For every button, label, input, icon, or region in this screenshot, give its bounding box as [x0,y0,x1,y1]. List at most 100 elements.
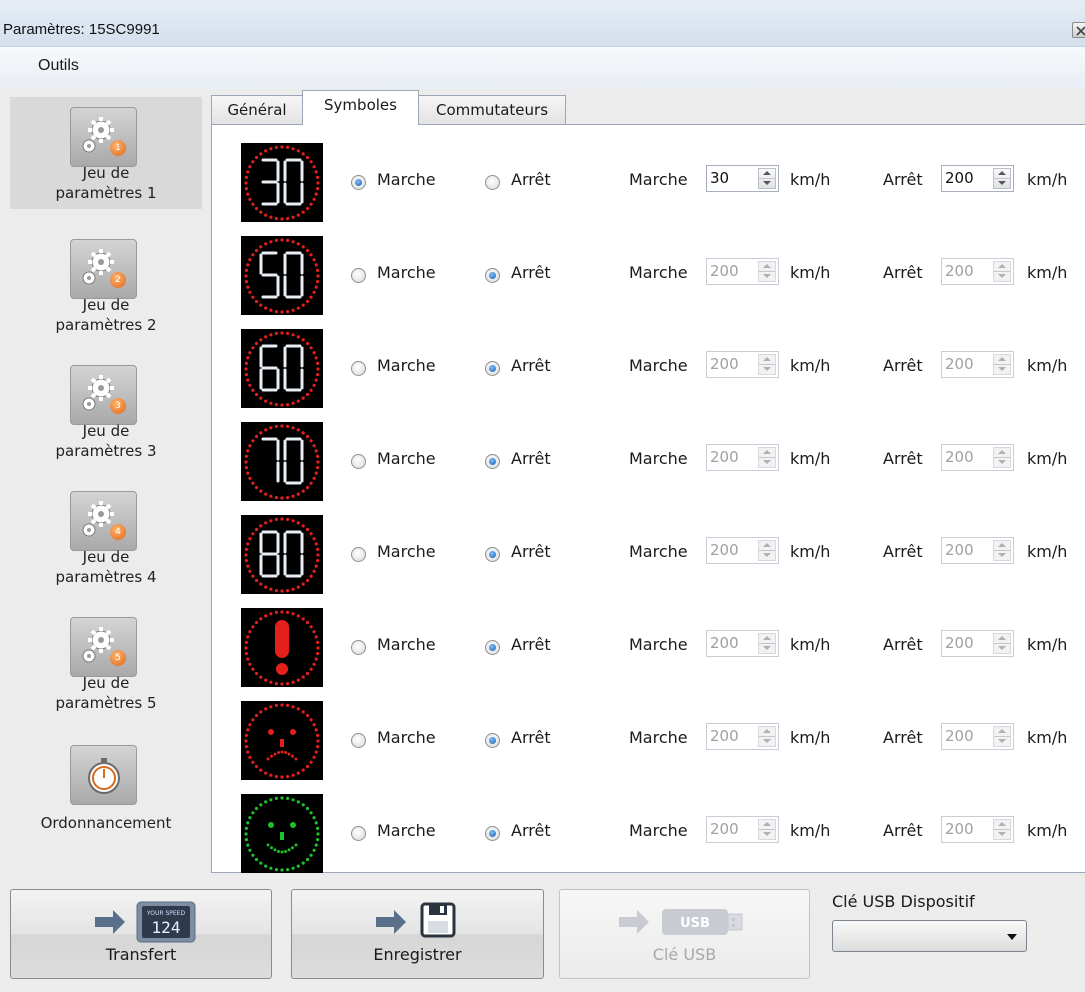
radio-on[interactable] [351,640,366,655]
tab-general[interactable]: Général [211,95,303,124]
spinner-arrows-icon[interactable] [993,726,1011,747]
radio-off[interactable] [485,268,500,283]
radio-on[interactable] [351,268,366,283]
off-threshold-label: Arrêt [883,170,923,189]
radio-on-label: Marche [377,449,436,468]
usb-key-button[interactable]: USB Clé USB [559,889,810,979]
sidebar-item-5[interactable]: 5 Jeu de paramètres 5 [10,607,202,725]
radio-off-label: Arrêt [511,449,551,468]
on-threshold-spinner[interactable]: 200 [706,444,779,471]
radio-off[interactable] [485,826,500,841]
off-unit-label: km/h [1027,170,1068,189]
radio-on[interactable] [351,454,366,469]
set-number-badge: 5 [110,650,126,666]
spinner-arrows-icon[interactable] [758,261,776,282]
menu-tools[interactable]: Outils [38,57,79,75]
off-threshold-spinner[interactable]: 200 [941,351,1014,378]
spinner-arrows-icon[interactable] [758,819,776,840]
symbol-row-sad-face: Marche Arrêt Marche 200 km/h Arrêt 200 km/h [212,701,1085,787]
off-threshold-spinner[interactable]: 200 [941,816,1014,843]
on-threshold-spinner[interactable]: 200 [706,723,779,750]
symbols-panel: Marche Arrêt Marche 30 km/h Arrêt 200 km/h March… [211,124,1085,873]
sidebar-item-4[interactable]: 4 Jeu de paramètres 4 [10,481,202,599]
spinner-arrows-icon[interactable] [993,261,1011,282]
radio-off[interactable] [485,361,500,376]
transfer-label: Transfert [105,945,177,964]
close-button[interactable] [1072,22,1085,38]
on-threshold-spinner[interactable]: 200 [706,351,779,378]
menu-bar: Outils [0,47,1085,89]
off-threshold-spinner[interactable]: 200 [941,630,1014,657]
radio-on[interactable] [351,175,366,190]
on-threshold-spinner[interactable]: 200 [706,537,779,564]
transfer-button[interactable]: YOUR SPEED 124 Transfert [10,889,272,979]
spinner-arrows-icon[interactable] [993,819,1011,840]
sidebar-item-6[interactable]: Ordonnancement [10,735,202,853]
symbol-row-speed-50: Marche Arrêt Marche 200 km/h Arrêt 200 km/h [212,236,1085,322]
gears-icon: 4 [70,491,137,551]
spinner-arrows-icon[interactable] [993,168,1011,189]
off-threshold-spinner[interactable]: 200 [941,258,1014,285]
on-threshold-value: 200 [710,634,739,652]
off-threshold-spinner[interactable]: 200 [941,723,1014,750]
radio-off-label: Arrêt [511,542,551,561]
spinner-arrows-icon[interactable] [993,540,1011,561]
spinner-arrows-icon[interactable] [758,726,776,747]
main-content: 1 Jeu de paramètres 1 2 Jeu de paramètres 2 3 J… [0,89,1085,992]
radio-off[interactable] [485,175,500,190]
off-threshold-spinner[interactable]: 200 [941,537,1014,564]
radio-on-label: Marche [377,821,436,840]
off-threshold-value: 200 [945,541,974,559]
spinner-arrows-icon[interactable] [758,354,776,375]
tab-symbols[interactable]: Symboles [302,90,419,125]
sidebar-label-line1: Jeu de [82,674,130,692]
speed-50-icon [241,236,323,315]
on-threshold-value: 200 [710,262,739,280]
on-threshold-spinner[interactable]: 200 [706,816,779,843]
gears-icon: 2 [70,239,137,299]
on-threshold-spinner[interactable]: 200 [706,630,779,657]
on-threshold-value: 200 [710,820,739,838]
close-icon [1076,26,1085,36]
usb-icon-text: USB [680,916,710,931]
sidebar-label-line2: paramètres 3 [55,442,157,460]
off-threshold-spinner[interactable]: 200 [941,165,1014,192]
tab-switches[interactable]: Commutateurs [418,95,566,124]
spinner-arrows-icon[interactable] [758,447,776,468]
radio-on-label: Marche [377,635,436,654]
chevron-down-icon [1007,934,1017,940]
radio-off[interactable] [485,640,500,655]
off-unit-label: km/h [1027,821,1068,840]
radio-on[interactable] [351,826,366,841]
radio-off-label: Arrêt [511,356,551,375]
radio-off[interactable] [485,547,500,562]
usb-key-label: Clé USB [652,945,717,964]
sidebar-item-3[interactable]: 3 Jeu de paramètres 3 [10,355,202,473]
on-unit-label: km/h [790,821,831,840]
spinner-arrows-icon[interactable] [758,633,776,654]
save-button[interactable]: Enregistrer [291,889,544,979]
sidebar-label-line2: paramètres 4 [55,568,157,586]
usb-device-select[interactable] [832,920,1027,952]
off-threshold-spinner[interactable]: 200 [941,444,1014,471]
radio-on[interactable] [351,361,366,376]
sidebar-item-1[interactable]: 1 Jeu de paramètres 1 [10,97,202,209]
spinner-arrows-icon[interactable] [993,633,1011,654]
on-threshold-spinner[interactable]: 200 [706,258,779,285]
off-threshold-value: 200 [945,820,974,838]
radio-on[interactable] [351,733,366,748]
radio-off[interactable] [485,733,500,748]
radio-on[interactable] [351,547,366,562]
spinner-arrows-icon[interactable] [993,447,1011,468]
off-threshold-label: Arrêt [883,728,923,747]
spinner-arrows-icon[interactable] [758,540,776,561]
on-threshold-value: 200 [710,727,739,745]
radio-off[interactable] [485,454,500,469]
spinner-arrows-icon[interactable] [993,354,1011,375]
spinner-arrows-icon[interactable] [758,168,776,189]
warning-icon [241,608,323,687]
on-threshold-spinner[interactable]: 30 [706,165,779,192]
off-threshold-value: 200 [945,169,974,187]
sidebar-item-2[interactable]: 2 Jeu de paramètres 2 [10,229,202,347]
on-unit-label: km/h [790,356,831,375]
